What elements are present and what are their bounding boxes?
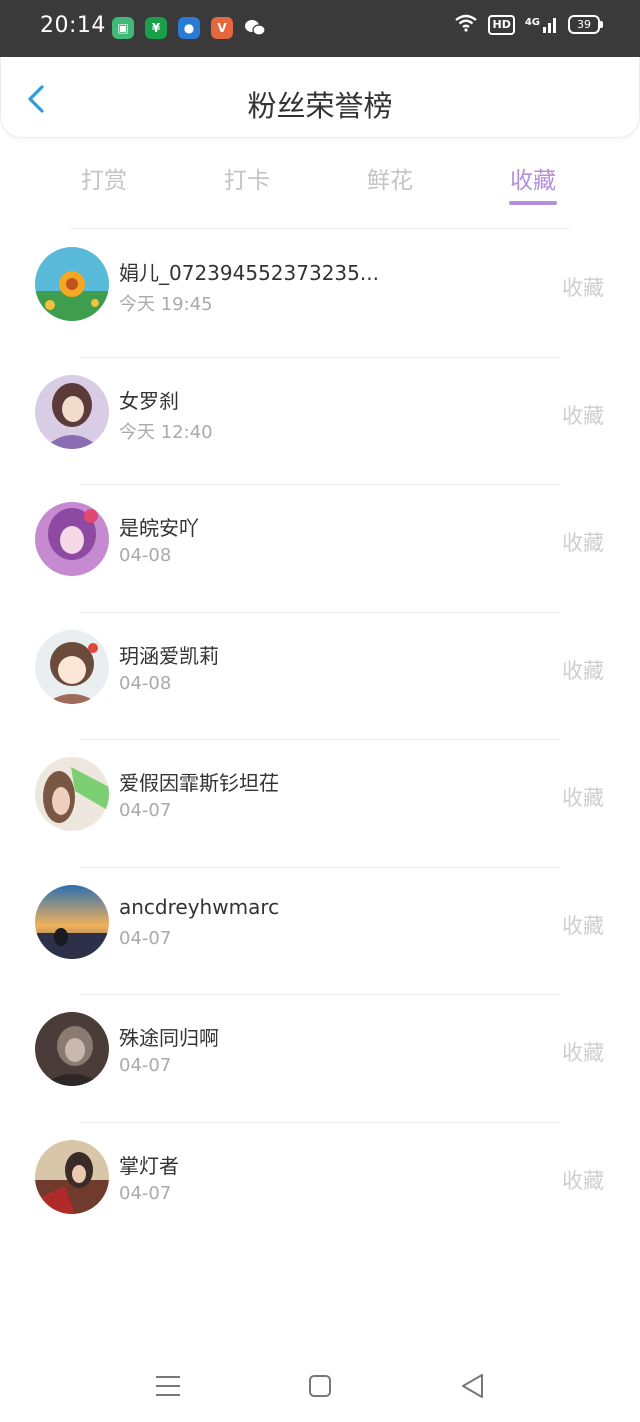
tab-bar: 打赏 打卡 鲜花 收藏 (34, 155, 603, 210)
orange-app-icon: V (211, 17, 233, 39)
fan-time: 04-07 (119, 927, 172, 949)
battery-level: 39 (577, 18, 591, 31)
menu-icon (156, 1376, 180, 1396)
menu-button[interactable] (150, 1368, 186, 1404)
fan-name: ancdreyhwmarc (119, 894, 280, 919)
action-type: 收藏 (562, 1168, 604, 1193)
action-type: 收藏 (562, 786, 604, 810)
action-type: 收藏 (562, 276, 604, 300)
fan-time: 04-08 (119, 672, 172, 694)
wechat-icon (244, 17, 266, 39)
fan-name: 女罗刹 (119, 388, 179, 413)
home-square-icon (309, 1375, 331, 1397)
avatar[interactable] (35, 1012, 109, 1086)
fan-time: 04-08 (119, 545, 172, 566)
action-type: 收藏 (562, 531, 604, 555)
list-item[interactable]: 掌灯者 04-07 收藏 (0, 1121, 640, 1250)
fan-name: 娟儿_072394552373235... (119, 261, 379, 285)
green-app-icon: ▣ (112, 17, 134, 39)
action-type: 收藏 (562, 913, 604, 938)
fan-name: 殊途同归啊 (119, 1026, 219, 1050)
tab-label: 收藏 (510, 168, 556, 194)
notification-icons: ▣ ¥ ● V (112, 17, 266, 39)
tab-reward[interactable]: 打赏 (34, 155, 174, 210)
list-item[interactable]: ancdreyhwmarc 04-07 收藏 (0, 866, 640, 995)
tab-label: 打赏 (81, 168, 127, 194)
list-item[interactable]: 女罗刹 今天 12:40 收藏 (0, 356, 640, 485)
status-time: 20:14 (40, 13, 106, 38)
list-item[interactable]: 玥涵爱凯莉 04-08 收藏 (0, 611, 640, 740)
avatar[interactable] (35, 884, 109, 959)
avatar[interactable] (35, 502, 109, 576)
avatar[interactable] (35, 374, 109, 449)
fan-time: 04-07 (119, 1182, 172, 1204)
app-header: 粉丝荣誉榜 (0, 57, 640, 138)
active-tab-indicator (509, 201, 557, 205)
fan-name: 掌灯者 (119, 1153, 179, 1178)
tab-label: 鲜花 (367, 168, 413, 194)
fan-name: 是皖安吖 (119, 516, 199, 540)
signal-icon: 4G (525, 17, 558, 33)
tab-favorites[interactable]: 收藏 (463, 155, 603, 210)
avatar[interactable] (35, 247, 109, 321)
fan-time: 04-07 (119, 800, 172, 821)
status-indicators: HD 4G 39 (454, 14, 603, 35)
fan-time: 今天 12:40 (119, 421, 213, 443)
avatar[interactable] (35, 757, 109, 831)
page-title: 粉丝荣誉榜 (247, 89, 393, 123)
avatar[interactable] (35, 629, 109, 704)
status-bar: 20:14 ▣ ¥ ● V HD 4G 39 (0, 0, 640, 57)
action-type: 收藏 (562, 658, 604, 683)
fan-name: 玥涵爱凯莉 (119, 643, 219, 668)
signal-label: 4G (524, 16, 540, 28)
battery-icon: 39 (568, 15, 603, 34)
back-triangle-icon (462, 1374, 483, 1398)
action-type: 收藏 (562, 403, 604, 428)
fan-time: 今天 19:45 (119, 294, 213, 315)
system-nav-bar (0, 1350, 640, 1422)
system-back-button[interactable] (455, 1368, 491, 1404)
action-type: 收藏 (562, 1041, 604, 1065)
fan-name: 爱假因霏斯钐坦茌 (119, 771, 279, 795)
wifi-icon (454, 14, 478, 35)
tab-label: 打卡 (224, 168, 270, 194)
avatar[interactable] (35, 1139, 109, 1214)
tab-checkin[interactable]: 打卡 (177, 155, 317, 210)
fan-time: 04-07 (119, 1055, 172, 1076)
home-button[interactable] (302, 1368, 338, 1404)
list-item[interactable]: 爱假因霏斯钐坦茌 04-07 收藏 (0, 739, 640, 867)
green-bag-app-icon: ¥ (145, 17, 167, 39)
fan-list: 娟儿_072394552373235... 今天 19:45 收藏 女罗刹 今天… (0, 229, 640, 1249)
hd-badge: HD (488, 14, 515, 35)
list-item[interactable]: 是皖安吖 04-08 收藏 (0, 484, 640, 612)
list-item[interactable]: 殊途同归啊 04-07 收藏 (0, 994, 640, 1122)
blue-circle-app-icon: ● (178, 17, 200, 39)
list-item[interactable]: 娟儿_072394552373235... 今天 19:45 收藏 (0, 229, 640, 357)
tab-flowers[interactable]: 鲜花 (320, 155, 460, 210)
